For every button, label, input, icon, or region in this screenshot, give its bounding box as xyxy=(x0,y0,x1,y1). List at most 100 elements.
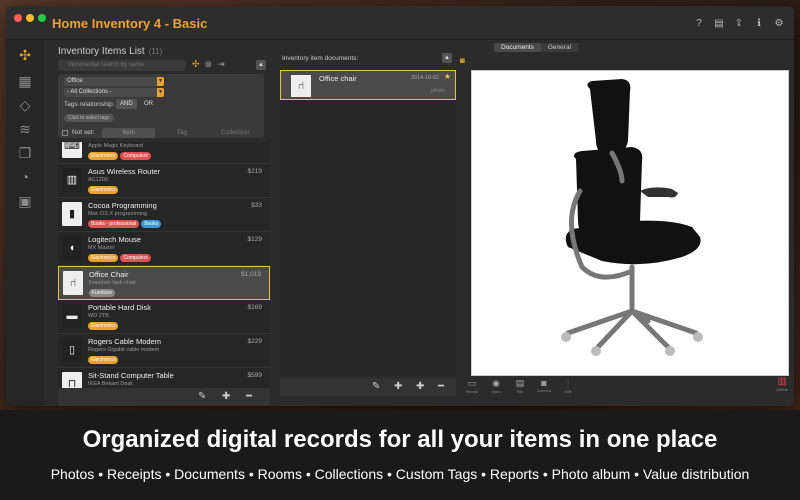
tags-icon[interactable]: ◇ xyxy=(16,96,34,114)
camera-icon: ◙ xyxy=(541,378,547,388)
not-set-filter: Not set: Item Tag Collection xyxy=(58,128,264,140)
tab-general[interactable]: General xyxy=(540,43,578,52)
collapse-icon[interactable]: ▲ xyxy=(256,60,266,70)
table-row[interactable]: ◖ Logitech Mouse MX Master $129 Electronics C… xyxy=(58,232,270,266)
not-set-tag[interactable]: Tag xyxy=(155,128,208,138)
file-button[interactable]: ▤ File xyxy=(510,378,530,394)
chevron-down-icon: ▼ xyxy=(157,88,164,97)
share-icon[interactable]: ⇪ xyxy=(734,18,744,29)
tag-badge[interactable]: Computers xyxy=(120,254,151,262)
tag-badge[interactable]: Computers xyxy=(120,152,151,160)
tag-badge[interactable]: Electronics xyxy=(88,152,119,160)
title-bar: Home Inventory 4 - Basic ? ▤ ⇪ ℹ ⚙ xyxy=(6,6,794,40)
caption-features: Photos • Receipts • Documents • Rooms • … xyxy=(50,466,750,482)
inventory-icon[interactable]: ✣ xyxy=(16,46,34,64)
item-price: $219 xyxy=(247,168,262,175)
remove-icon[interactable]: ━ xyxy=(246,391,252,402)
table-row[interactable]: ▮ Cocoa Programming Mac OS X programming $3… xyxy=(58,198,270,232)
select-tags-button[interactable]: Click to select tags xyxy=(64,114,114,122)
camera-button[interactable]: ◙ Camera xyxy=(534,378,554,394)
app-window: Home Inventory 4 - Basic ? ▤ ⇪ ℹ ⚙ ✣ ▦ ◇… xyxy=(6,6,794,406)
item-price: $169 xyxy=(247,304,262,311)
item-price: $33 xyxy=(251,202,262,209)
delete-label: Delete xyxy=(776,387,788,392)
documents-footer: ✎ ✚ ✚ ━ xyxy=(280,378,456,396)
table-row[interactable]: ⊓ Sit-Stand Computer Table IKEA Bekant Des… xyxy=(58,368,270,388)
clear-icon[interactable]: ⊗ xyxy=(205,59,213,70)
table-row[interactable]: ▥ Asus Wireless Router AC1200 $219 Electroni… xyxy=(58,164,270,198)
list-item[interactable]: ⑁ Office chair 2014-10-02 ★ photo xyxy=(280,70,456,100)
not-set-collection[interactable]: Collection xyxy=(209,128,262,138)
document-icon[interactable]: ▤ xyxy=(714,18,724,29)
remove-icon[interactable]: ━ xyxy=(438,381,444,392)
add-icon[interactable]: ✚ xyxy=(222,391,230,402)
table-row[interactable]: ⌨ Apple Magic Keyboard Electronics Computer… xyxy=(58,142,270,164)
caption-headline: Organized digital records for all your i… xyxy=(82,426,718,453)
tag-badge[interactable]: Books xyxy=(141,220,162,228)
filter-icon[interactable]: ✣ xyxy=(192,59,200,70)
not-set-checkbox[interactable] xyxy=(62,130,68,136)
doc-date: 2014-10-02 xyxy=(410,75,439,81)
table-row[interactable]: ▯ Rogers Cable Modem Rogers Gigabit cable … xyxy=(58,334,270,368)
documents-icon[interactable]: ❐ xyxy=(16,144,34,162)
help-icon[interactable]: ? xyxy=(694,18,704,29)
gear-icon[interactable]: ⚙ xyxy=(774,18,784,29)
tool-label: File xyxy=(516,389,524,394)
edit-icon[interactable]: ✎ xyxy=(372,381,380,392)
and-toggle[interactable]: AND xyxy=(116,99,137,109)
open-button[interactable]: ◉ Open xyxy=(486,378,506,394)
tab-documents[interactable]: Documents xyxy=(494,43,541,52)
delete-button[interactable]: ▥ Delete xyxy=(776,376,788,392)
item-description: IKEA Bekant Desk xyxy=(88,381,133,387)
item-description: AC1200 xyxy=(88,177,108,183)
tag-badge[interactable]: Furniture xyxy=(89,289,116,297)
item-thumbnail: ⊓ xyxy=(62,372,82,388)
tag-badge[interactable]: Books - professional xyxy=(88,220,140,228)
zoom-window-button[interactable] xyxy=(38,14,46,22)
edit-icon: ⫶ xyxy=(566,378,570,388)
tool-label: Reveal xyxy=(465,389,479,394)
table-row[interactable]: ⑁ Office Chair Freedom task chair $1,019 Fur… xyxy=(58,266,270,300)
item-thumbnail: ⌨ xyxy=(62,142,82,158)
category-select[interactable]: Office ▼ xyxy=(64,77,164,86)
item-name: Office Chair xyxy=(89,270,129,279)
search-input[interactable] xyxy=(58,60,186,71)
star-icon[interactable]: ★ xyxy=(444,72,451,81)
or-toggle[interactable]: OR xyxy=(140,99,157,109)
tag-badge[interactable]: Electronics xyxy=(88,254,119,262)
tag-badge[interactable]: Electronics xyxy=(88,322,119,330)
edit-button[interactable]: ⫶ Edit xyxy=(558,378,578,394)
collections-icon[interactable]: ≋ xyxy=(16,120,34,138)
collection-select[interactable]: - All Collections - ▼ xyxy=(64,88,164,97)
file-icon: ▤ xyxy=(515,378,525,388)
documents-panel: Inventory item documents: ▲ ⑁ Office cha… xyxy=(274,40,456,406)
add-icon[interactable]: ✚ xyxy=(416,381,424,392)
chair-image xyxy=(561,79,703,356)
edit-icon[interactable]: ✎ xyxy=(198,391,206,402)
item-thumbnail: ⑁ xyxy=(63,271,83,295)
photo-icon[interactable]: ◙ xyxy=(460,56,465,65)
not-set-item[interactable]: Item xyxy=(102,128,156,138)
app-title: Home Inventory 4 - Basic xyxy=(52,16,208,31)
reports-icon[interactable]: ▣ xyxy=(16,192,34,210)
reveal-button[interactable]: ▭ Reveal xyxy=(462,378,482,394)
add-icon[interactable]: ✚ xyxy=(394,381,402,392)
distribution-icon[interactable]: ◔ xyxy=(16,168,34,186)
tool-label: Open xyxy=(491,389,501,394)
tags-relationship-label: Tags relationship: xyxy=(64,101,115,108)
tag-badge[interactable]: Electronics xyxy=(88,356,119,364)
collapse-icon[interactable]: ▲ xyxy=(442,53,452,63)
rooms-icon[interactable]: ▦ xyxy=(16,72,34,90)
info-icon[interactable]: ℹ xyxy=(754,18,764,29)
close-window-button[interactable] xyxy=(14,14,22,22)
tool-label: Edit xyxy=(564,389,572,394)
table-row[interactable]: ▬ Portable Hard Disk WD 2TB $169 Electronics xyxy=(58,300,270,334)
tag-badge[interactable]: Electronics xyxy=(88,186,119,194)
item-price: $129 xyxy=(247,236,262,243)
item-name: Rogers Cable Modem xyxy=(88,337,161,346)
item-description: Apple Magic Keyboard xyxy=(88,143,144,149)
inventory-list-panel: Inventory Items List(11) ⌕ ✣ ⊗ ⇥ ▲ Offic… xyxy=(50,40,270,406)
minimize-window-button[interactable] xyxy=(26,14,34,22)
export-icon[interactable]: ⇥ xyxy=(217,59,225,70)
item-description: MX Master xyxy=(88,245,115,251)
